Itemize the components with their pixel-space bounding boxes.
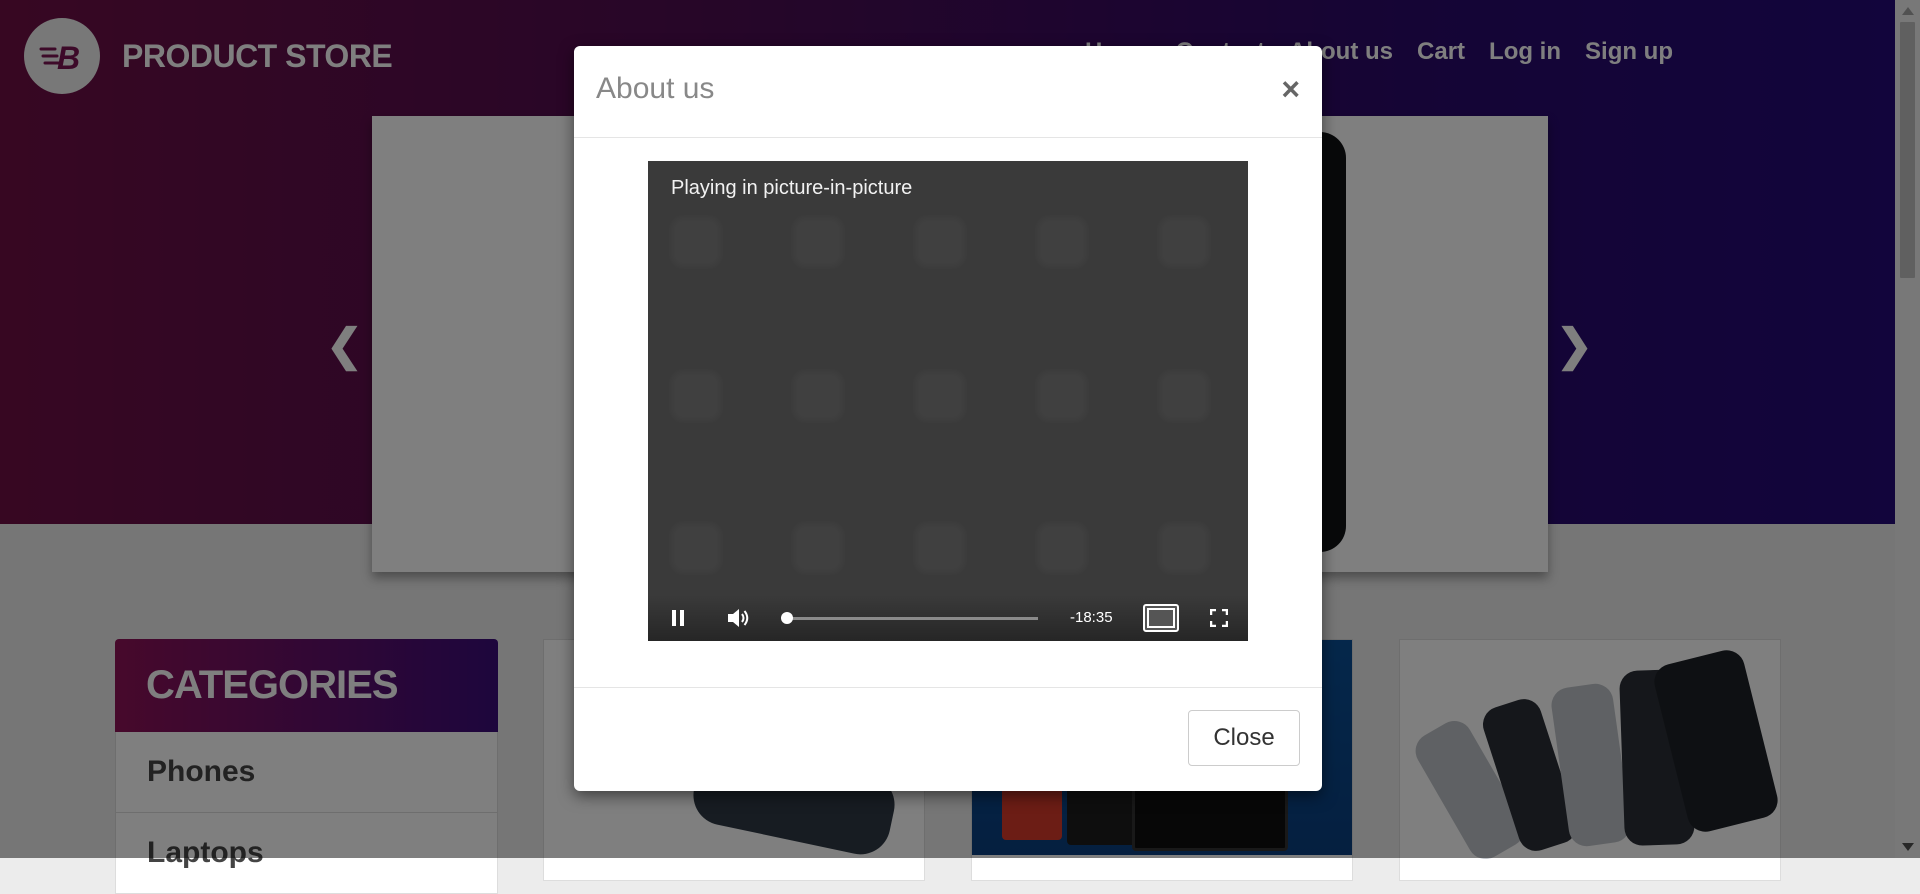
pause-button[interactable] — [658, 595, 698, 641]
modal-title: About us — [596, 72, 715, 105]
pause-icon — [672, 610, 684, 626]
fullscreen-icon — [1210, 609, 1228, 627]
close-button[interactable]: Close — [1188, 710, 1300, 766]
picture-in-picture-icon — [1143, 604, 1179, 632]
video-player[interactable]: Playing in picture-in-picture -18:35 — [648, 161, 1248, 641]
time-remaining: -18:35 — [1070, 609, 1113, 626]
close-icon[interactable]: × — [1281, 73, 1300, 105]
fullscreen-button[interactable] — [1199, 595, 1239, 641]
video-placeholder-pattern — [648, 161, 1248, 641]
volume-icon — [728, 609, 749, 627]
modal-header: About us × — [574, 46, 1322, 138]
pip-status-text: Playing in picture-in-picture — [671, 177, 913, 199]
video-controls: -18:35 — [648, 595, 1248, 641]
video-progress-knob[interactable] — [781, 612, 794, 624]
about-us-modal: About us × Playing in picture-in-picture — [574, 46, 1322, 791]
volume-button[interactable] — [718, 595, 758, 641]
modal-footer: Close — [574, 687, 1322, 792]
video-progress-bar[interactable] — [781, 612, 1038, 624]
picture-in-picture-button[interactable] — [1140, 595, 1182, 641]
